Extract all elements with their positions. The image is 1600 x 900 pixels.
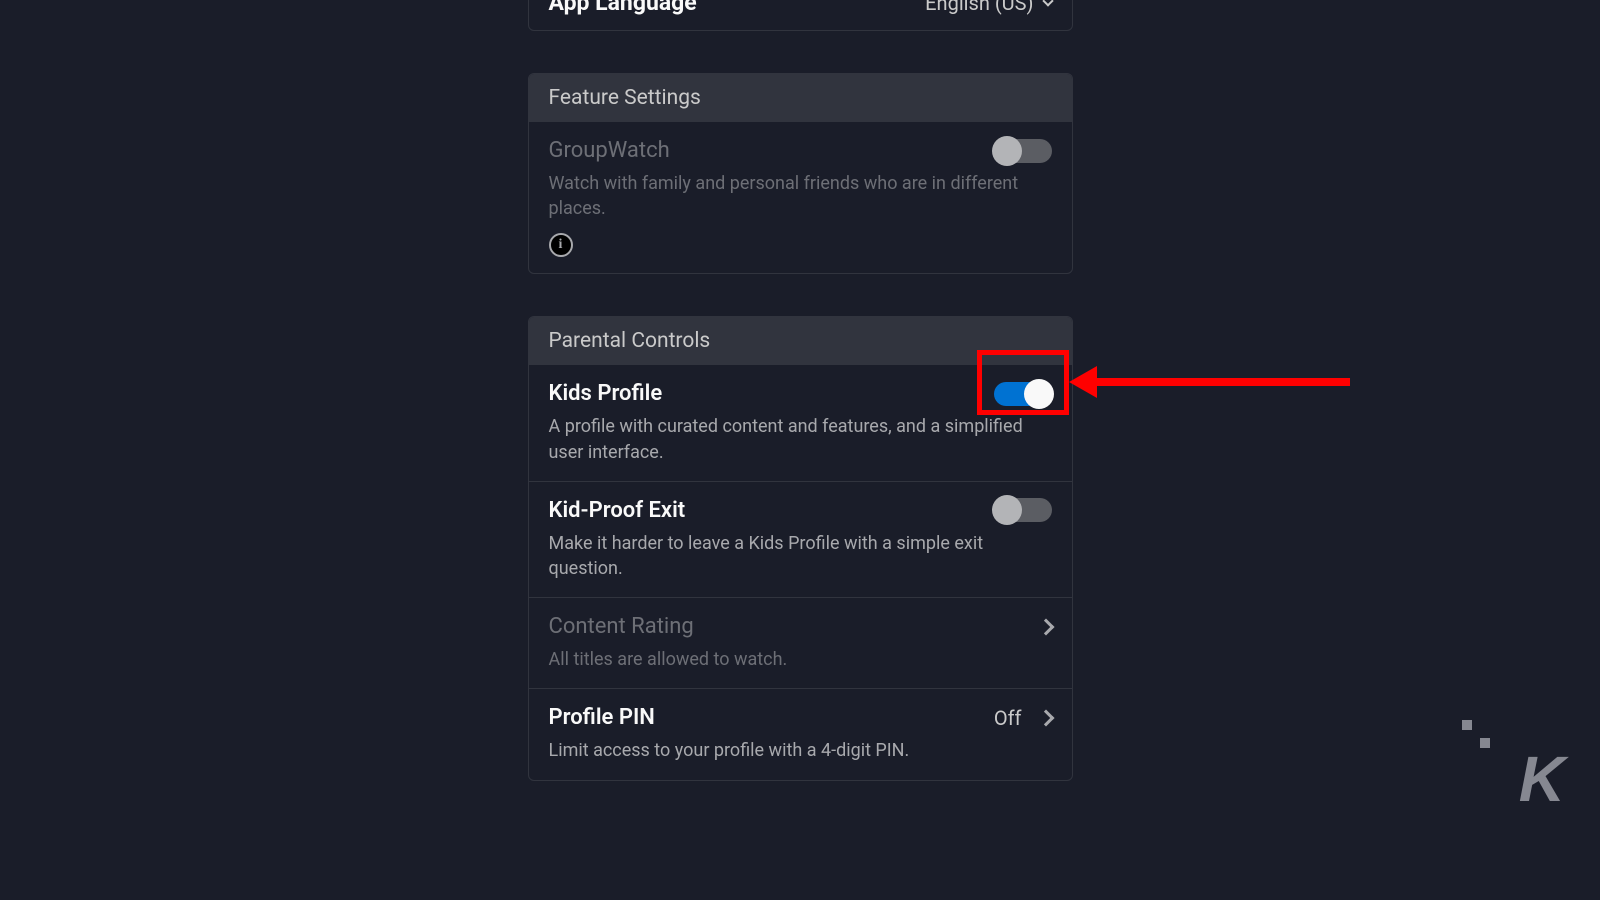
profile-pin-description: Limit access to your profile with a 4-di… xyxy=(549,738,1052,763)
kids-profile-row: Kids Profile A profile with curated cont… xyxy=(529,365,1072,481)
feature-settings-card: Feature Settings GroupWatch Watch with f… xyxy=(528,73,1073,274)
app-language-card: App Language English (US) xyxy=(528,0,1073,31)
kid-proof-exit-row: Kid-Proof Exit Make it harder to leave a… xyxy=(529,482,1072,598)
content-rating-title: Content Rating xyxy=(549,614,694,639)
kids-profile-toggle[interactable] xyxy=(994,382,1052,406)
feature-settings-header: Feature Settings xyxy=(529,74,1072,122)
kids-profile-title: Kids Profile xyxy=(549,381,663,406)
watermark-dots xyxy=(1462,720,1490,748)
annotation-arrow-head xyxy=(1069,366,1097,398)
app-language-row[interactable]: App Language English (US) xyxy=(529,0,1072,30)
app-language-value: English (US) xyxy=(925,0,1051,15)
chevron-right-icon xyxy=(1037,709,1054,726)
kid-proof-exit-row-top: Kid-Proof Exit xyxy=(549,498,1052,523)
chevron-right-icon xyxy=(1037,618,1054,635)
profile-pin-title: Profile PIN xyxy=(549,705,655,730)
watermark-logo: K xyxy=(1519,742,1562,816)
parental-controls-header: Parental Controls xyxy=(529,317,1072,365)
kids-profile-description: A profile with curated content and featu… xyxy=(549,414,1052,464)
chevron-down-icon xyxy=(1042,0,1053,6)
settings-container: App Language English (US) Feature Settin… xyxy=(528,0,1073,781)
profile-pin-row[interactable]: Profile PIN Off Limit access to your pro… xyxy=(529,689,1072,779)
content-rating-row-top: Content Rating xyxy=(549,614,1052,639)
kid-proof-exit-title: Kid-Proof Exit xyxy=(549,498,686,523)
app-language-label: App Language xyxy=(549,0,697,16)
profile-pin-status: Off xyxy=(994,706,1022,730)
content-rating-description: All titles are allowed to watch. xyxy=(549,647,1052,672)
toggle-knob xyxy=(992,136,1022,166)
toggle-knob xyxy=(1024,379,1054,409)
toggle-knob xyxy=(992,495,1022,525)
groupwatch-row: GroupWatch Watch with family and persona… xyxy=(529,122,1072,273)
info-icon[interactable]: i xyxy=(549,233,573,257)
annotation-arrow-line xyxy=(1095,378,1350,386)
content-rating-controls xyxy=(1040,621,1052,633)
groupwatch-description: Watch with family and personal friends w… xyxy=(549,171,1052,221)
parental-controls-card: Parental Controls Kids Profile A profile… xyxy=(528,316,1073,780)
groupwatch-toggle[interactable] xyxy=(994,139,1052,163)
kid-proof-exit-description: Make it harder to leave a Kids Profile w… xyxy=(549,531,1052,581)
content-rating-row[interactable]: Content Rating All titles are allowed to… xyxy=(529,598,1072,689)
profile-pin-row-top: Profile PIN Off xyxy=(549,705,1052,730)
kid-proof-exit-toggle[interactable] xyxy=(994,498,1052,522)
profile-pin-controls: Off xyxy=(994,706,1052,730)
kids-profile-row-top: Kids Profile xyxy=(549,381,1052,406)
language-value-text: English (US) xyxy=(925,0,1033,15)
groupwatch-title: GroupWatch xyxy=(549,138,670,163)
groupwatch-row-top: GroupWatch xyxy=(549,138,1052,163)
